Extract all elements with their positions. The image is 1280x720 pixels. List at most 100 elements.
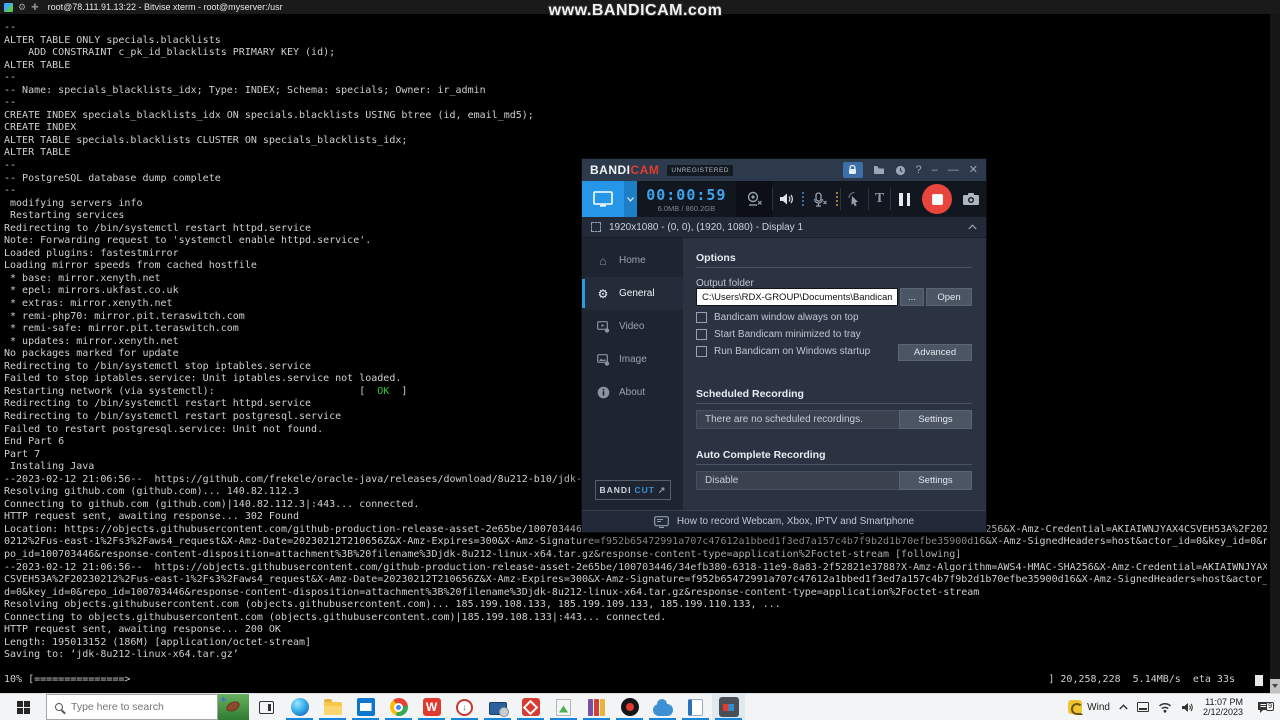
notes-app-icon[interactable] [679, 694, 712, 720]
webcam-toggle-button[interactable] [736, 181, 772, 217]
terminal-line: --2023-02-12 21:06:56-- https://objects.… [4, 561, 1267, 573]
settings-gear-icon[interactable]: ⚙ [18, 2, 26, 12]
mail-icon[interactable] [349, 694, 382, 720]
tray-app[interactable]: Wind [1068, 700, 1110, 715]
general-settings-panel: Options Output folder ... Open Bandicam … [683, 238, 986, 510]
start-button[interactable] [0, 694, 46, 720]
system-tray: Wind 11:07 PM 2/12/2023 9 [1068, 694, 1280, 720]
sidebar-item-image[interactable]: Image [582, 343, 683, 376]
auto-complete-settings-button[interactable]: Settings [899, 471, 972, 490]
checkbox-unchecked[interactable] [696, 329, 707, 340]
action-center-button[interactable]: 9 [1252, 701, 1276, 714]
chrome-icon[interactable] [382, 694, 415, 720]
task-view-icon [258, 700, 274, 714]
terminal-line: d=0&key_id=0&repo_id=100703446&response-… [4, 586, 980, 598]
collapse-chevron-icon[interactable] [968, 224, 977, 230]
search-input[interactable] [71, 701, 191, 713]
sidebar-item-video[interactable]: Video [582, 310, 683, 343]
terminal-line: ADD CONSTRAINT c_pk_id_blacklists PRIMAR… [4, 47, 336, 59]
pause-button[interactable] [891, 181, 918, 217]
clock-time: 11:07 PM [1205, 697, 1243, 707]
unregistered-badge: UNREGISTERED [667, 164, 733, 176]
cloud-app-icon[interactable] [646, 694, 679, 720]
notification-count-badge: 9 [1266, 701, 1274, 711]
terminal-line: CSVEH53A%2F20230212%2Fus-east-1%2Fs3%2Fa… [4, 574, 1267, 586]
advanced-button[interactable]: Advanced [898, 344, 972, 361]
tray-expand-chevron[interactable] [1119, 704, 1128, 710]
hide-icon[interactable]: – [932, 164, 938, 176]
browse-folder-button[interactable]: ... [900, 288, 924, 306]
scheduled-settings-button[interactable]: Settings [899, 410, 972, 429]
edge-icon[interactable] [283, 694, 316, 720]
red-diamond-app-icon[interactable] [514, 694, 547, 720]
bandicam-logo: BANDICAM [590, 163, 660, 177]
progress-right: ] 20,258,228 5.14MB/s eta 33s [1048, 674, 1235, 686]
bandicut-banner[interactable]: BANDI CUT ↗ [595, 480, 671, 500]
terminal-line: Resolving objects.githubusercontent.com … [4, 599, 781, 611]
terminal-scrollbar[interactable] [1270, 14, 1280, 693]
screen-recording-mode-button[interactable] [582, 181, 624, 217]
always-on-top-option[interactable]: Bandicam window always on top [696, 312, 859, 323]
stop-recording-button[interactable] [922, 184, 953, 214]
new-window-icon[interactable]: ✚ [31, 2, 39, 12]
capture-target-info: 1920x1080 - (0, 0), (1920, 1080) - Displ… [609, 221, 803, 233]
capture-target-bar[interactable]: 1920x1080 - (0, 0), (1920, 1080) - Displ… [582, 217, 986, 238]
storage-info: 6.0MB / 860.2GB [657, 203, 716, 213]
output-folder-input[interactable] [696, 288, 898, 306]
recording-timer: 00:00:59 6.0MB / 860.2GB [637, 186, 736, 213]
external-link-arrow-icon: ↗ [657, 484, 667, 495]
download-manager-icon[interactable] [448, 694, 481, 720]
microphone-toggle-button[interactable] [806, 181, 834, 217]
open-folder-icon[interactable] [873, 165, 885, 175]
taskbar-search[interactable] [46, 694, 218, 720]
sidebar-item-home[interactable]: ⌂ Home [582, 244, 683, 277]
wps-office-icon[interactable]: W [415, 694, 448, 720]
volume-icon[interactable] [1181, 702, 1194, 713]
info-icon [596, 386, 610, 399]
task-view-button[interactable] [249, 694, 283, 720]
capture-region-icon [591, 222, 601, 232]
bandicam-taskbar-icon[interactable] [712, 694, 745, 720]
image-settings-icon [596, 353, 610, 366]
terminal-line: Saving to: ‘jdk-8u212-linux-x64.tar.gz’ [4, 649, 239, 661]
checkbox-unchecked[interactable] [696, 346, 707, 357]
clock-icon[interactable] [895, 165, 906, 176]
screen-recorder-icon[interactable] [613, 694, 646, 720]
recording-mode-dropdown[interactable] [623, 181, 637, 217]
taskbar-clock[interactable]: 11:07 PM 2/12/2023 [1203, 697, 1243, 717]
file-explorer-icon[interactable] [316, 694, 349, 720]
sidebar-item-about[interactable]: About [582, 376, 683, 409]
help-icon[interactable]: ? [916, 164, 922, 176]
bandicam-window: BANDICAM UNREGISTERED ? – — ✕ 00:00:59 6… [581, 158, 987, 533]
terminal-line: po_id=100703446&response-content-disposi… [4, 548, 962, 560]
taskbar-apps: W [283, 694, 745, 720]
open-folder-button[interactable]: Open [926, 288, 972, 306]
run-on-startup-option[interactable]: Run Bandicam on Windows startup [696, 346, 870, 357]
checkbox-unchecked[interactable] [696, 312, 707, 323]
mouse-click-effect-button[interactable] [841, 181, 868, 217]
scrollbar-down-button[interactable] [1270, 679, 1280, 693]
speaker-volume-button[interactable] [773, 181, 800, 217]
winrar-icon[interactable] [580, 694, 613, 720]
scheduled-recording-row: There are no scheduled recordings. Setti… [696, 410, 972, 429]
tray-window-icon[interactable] [1136, 702, 1149, 712]
sidebar-item-general[interactable]: ⚙ General [582, 277, 683, 310]
progress-left: 10% [===============> [4, 674, 131, 686]
bandicam-titlebar: BANDICAM UNREGISTERED ? – — ✕ [582, 159, 986, 181]
timer-value: 00:00:59 [646, 185, 727, 204]
close-icon[interactable]: ✕ [969, 164, 978, 176]
lock-icon[interactable] [842, 162, 863, 178]
bitvise-app-icon[interactable] [4, 2, 13, 12]
terminal-line: CREATE INDEX [4, 122, 77, 134]
howto-banner[interactable]: How to record Webcam, Xbox, IPTV and Sma… [582, 510, 986, 532]
remote-desktop-icon[interactable] [481, 694, 514, 720]
minimize-icon[interactable]: — [948, 164, 959, 176]
screenshot-camera-button[interactable] [956, 181, 986, 217]
network-icon[interactable] [1158, 702, 1172, 713]
start-minimized-option[interactable]: Start Bandicam minimized to tray [696, 329, 861, 340]
image-editor-icon[interactable] [547, 694, 580, 720]
text-overlay-button[interactable]: T [869, 181, 890, 217]
news-widget[interactable] [218, 694, 249, 720]
bandicam-sidebar: ⌂ Home ⚙ General Video Image About BANDI… [582, 238, 683, 510]
